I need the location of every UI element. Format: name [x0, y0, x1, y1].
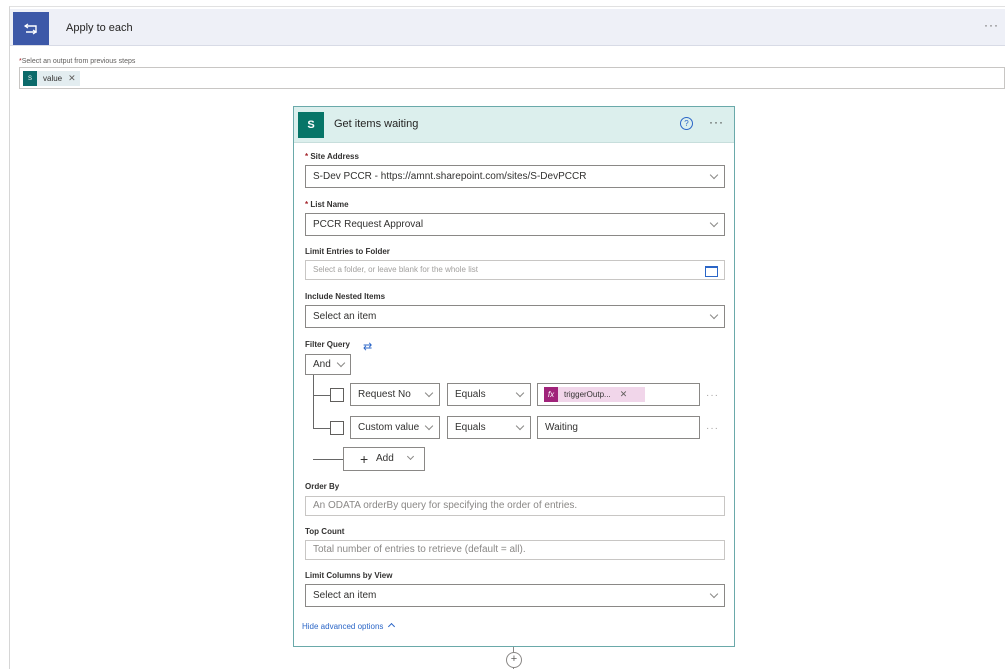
apply-to-each-title: Apply to each: [66, 22, 133, 34]
apply-more-menu-button[interactable]: ···: [984, 18, 999, 32]
filter-operator-dropdown[interactable]: Equals: [447, 416, 531, 439]
filter-tree-line: [313, 375, 314, 428]
filter-operator-value: Equals: [455, 389, 486, 400]
limit-columns-dropdown[interactable]: Select an item: [305, 584, 725, 607]
apply-to-each-header[interactable]: Apply to each ···: [10, 9, 1005, 46]
filter-tree-branch: [313, 395, 330, 396]
chevron-down-icon: [424, 388, 434, 398]
folder-picker-icon[interactable]: [705, 266, 718, 277]
filter-value-input[interactable]: fx triggerOutp... ✕: [537, 383, 700, 406]
filter-operator-dropdown[interactable]: Equals: [447, 383, 531, 406]
list-name-label: * List Name: [305, 200, 349, 209]
top-count-label: Top Count: [305, 527, 345, 536]
filter-operator-value: Equals: [455, 422, 486, 433]
help-icon[interactable]: ?: [680, 117, 693, 130]
top-count-placeholder: Total number of entries to retrieve (def…: [313, 544, 526, 555]
filter-field-value: Request No: [358, 389, 411, 400]
filter-field-dropdown[interactable]: Custom value: [350, 416, 440, 439]
get-items-card: S Get items waiting ? ··· * Site Address…: [293, 106, 735, 647]
site-address-label: * Site Address: [305, 152, 359, 161]
site-address-value: S-Dev PCCR - https://amnt.sharepoint.com…: [313, 171, 587, 182]
expression-icon: fx: [544, 387, 558, 402]
value-token[interactable]: S value ✕: [23, 71, 80, 86]
insert-step-button[interactable]: +: [506, 652, 522, 668]
filter-tree-branch: [313, 428, 330, 429]
chevron-up-icon: [388, 623, 396, 631]
switch-mode-icon[interactable]: ⇄: [363, 340, 372, 353]
hide-advanced-label: Hide advanced options: [302, 622, 384, 631]
limit-columns-value: Select an item: [313, 590, 377, 601]
chevron-down-icon: [515, 388, 525, 398]
group-operator-dropdown[interactable]: And: [305, 354, 351, 375]
nested-items-value: Select an item: [313, 311, 377, 322]
site-address-dropdown[interactable]: S-Dev PCCR - https://amnt.sharepoint.com…: [305, 165, 725, 188]
row-more-menu-button[interactable]: ···: [706, 390, 719, 401]
select-output-input[interactable]: S value ✕: [19, 67, 1005, 89]
chevron-down-icon: [406, 452, 415, 461]
filter-value-text: Waiting: [545, 422, 578, 433]
chevron-down-icon: [424, 421, 434, 431]
filter-tree-branch: [313, 459, 343, 460]
expression-token[interactable]: fx triggerOutp... ✕: [544, 387, 645, 402]
order-by-input[interactable]: An ODATA orderBy query for specifying th…: [305, 496, 725, 516]
limit-folder-placeholder: Select a folder, or leave blank for the …: [313, 265, 478, 274]
chevron-down-icon: [709, 310, 719, 320]
sharepoint-icon: S: [23, 71, 37, 86]
top-count-input[interactable]: Total number of entries to retrieve (def…: [305, 540, 725, 560]
add-filter-button[interactable]: + Add: [343, 447, 425, 471]
hide-advanced-options-link[interactable]: Hide advanced options: [302, 622, 396, 631]
value-token-label: value: [43, 74, 63, 83]
select-output-label: *Select an output from previous steps: [19, 58, 136, 65]
row-more-menu-button[interactable]: ···: [706, 423, 719, 434]
group-operator-value: And: [313, 359, 331, 370]
card-header[interactable]: S Get items waiting ? ···: [294, 107, 734, 143]
card-more-menu-button[interactable]: ···: [709, 115, 724, 129]
limit-folder-input[interactable]: Select a folder, or leave blank for the …: [305, 260, 725, 280]
order-by-label: Order By: [305, 482, 340, 491]
row-checkbox[interactable]: [330, 388, 344, 402]
filter-query-label: Filter Query: [305, 340, 350, 349]
add-button-label: Add: [376, 453, 394, 464]
remove-token-icon[interactable]: ✕: [620, 384, 628, 405]
limit-folder-label: Limit Entries to Folder: [305, 247, 390, 256]
loop-icon: [13, 12, 49, 45]
filter-value-input[interactable]: Waiting: [537, 416, 700, 439]
filter-field-value: Custom value: [358, 422, 420, 433]
limit-columns-label: Limit Columns by View: [305, 571, 393, 580]
nested-items-dropdown[interactable]: Select an item: [305, 305, 725, 328]
sharepoint-icon: S: [298, 112, 324, 138]
chevron-down-icon: [515, 421, 525, 431]
chevron-down-icon: [709, 218, 719, 228]
order-by-placeholder: An ODATA orderBy query for specifying th…: [313, 500, 578, 511]
remove-token-icon[interactable]: ✕: [68, 73, 76, 84]
row-checkbox[interactable]: [330, 421, 344, 435]
plus-icon: +: [360, 451, 369, 467]
expression-token-label: triggerOutp...: [564, 390, 611, 399]
card-title: Get items waiting: [334, 118, 419, 130]
filter-field-dropdown[interactable]: Request No: [350, 383, 440, 406]
nested-items-label: Include Nested Items: [305, 292, 386, 301]
list-name-value: PCCR Request Approval: [313, 219, 424, 230]
chevron-down-icon: [336, 358, 346, 368]
chevron-down-icon: [709, 589, 719, 599]
chevron-down-icon: [709, 170, 719, 180]
list-name-dropdown[interactable]: PCCR Request Approval: [305, 213, 725, 236]
